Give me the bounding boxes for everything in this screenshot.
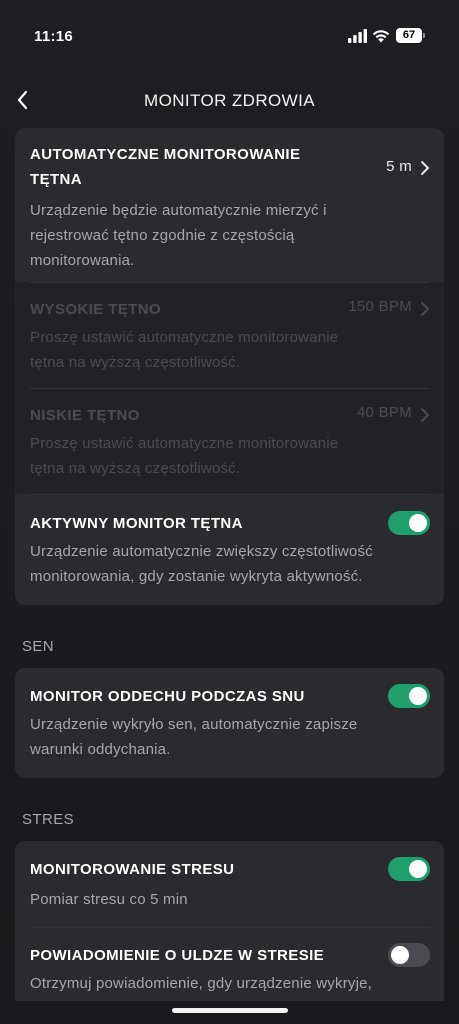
nav-bar: MONITOR ZDROWIA xyxy=(0,80,459,124)
active-heart-rate-toggle[interactable] xyxy=(388,511,430,535)
low-heart-rate-desc-line1: Proszę ustawić automatyczne monitorowani… xyxy=(30,435,339,452)
battery-tip xyxy=(423,33,425,38)
stress-card: MONITOROWANIE STRESU Pomiar stresu co 5 … xyxy=(15,841,444,1001)
home-indicator[interactable] xyxy=(172,1008,288,1013)
battery-level: 67 xyxy=(396,28,422,43)
low-heart-rate-row[interactable]: NISKIE TĘTNO 40 BPM Proszę ustawić autom… xyxy=(15,388,444,494)
auto-heart-rate-desc-line3: monitorowania. xyxy=(30,252,135,269)
auto-heart-rate-value: 5 m xyxy=(386,158,412,175)
high-heart-rate-value: 150 BPM xyxy=(348,298,412,315)
toggle-knob xyxy=(409,860,427,878)
auto-heart-rate-desc-line2: rejestrować tętno zgodnie z częstością xyxy=(30,227,295,244)
stress-monitor-desc: Pomiar stresu co 5 min xyxy=(30,891,188,908)
high-heart-rate-desc-line2: tętna na wyższą częstotliwość. xyxy=(30,354,241,371)
breath-monitor-desc-line2: warunki oddychania. xyxy=(30,741,171,758)
stress-relief-toggle[interactable] xyxy=(388,943,430,967)
stress-relief-title: POWIADOMIENIE O ULDZE W STRESIE xyxy=(30,947,325,964)
active-heart-rate-desc-line1: Urządzenie automatycznie zwiększy często… xyxy=(30,543,373,560)
stress-monitor-row: MONITOROWANIE STRESU Pomiar stresu co 5 … xyxy=(15,841,444,927)
breath-monitor-toggle[interactable] xyxy=(388,684,430,708)
auto-heart-rate-title-line2: TĘTNA xyxy=(30,171,82,188)
signal-icon xyxy=(348,29,367,43)
breath-monitor-title: MONITOR ODDECHU PODCZAS SNU xyxy=(30,688,305,705)
toggle-knob xyxy=(409,514,427,532)
status-time: 11:16 xyxy=(34,28,74,45)
auto-heart-rate-row[interactable]: AUTOMATYCZNE MONITOROWANIE TĘTNA 5 m Urz… xyxy=(15,128,444,282)
low-heart-rate-desc-line2: tętna na wyższą częstotliwość. xyxy=(30,460,241,477)
section-header-sleep: SEN xyxy=(22,638,55,655)
chevron-right-icon xyxy=(421,302,429,316)
sleep-card: MONITOR ODDECHU PODCZAS SNU Urządzenie w… xyxy=(15,668,444,778)
breath-monitor-desc-line1: Urządzenie wykryło sen, automatycznie za… xyxy=(30,716,358,733)
low-heart-rate-value: 40 BPM xyxy=(356,404,412,421)
stress-relief-desc: Otrzymuj powiadomienie, gdy urządzenie w… xyxy=(30,975,373,992)
active-heart-rate-title: AKTYWNY MONITOR TĘTNA xyxy=(30,515,243,532)
stress-relief-row: POWIADOMIENIE O ULDZE W STRESIE Otrzymuj… xyxy=(15,927,444,1001)
toggle-knob xyxy=(391,946,409,964)
active-heart-rate-desc-line2: monitorowania, gdy zostanie wykryta akty… xyxy=(30,568,363,585)
page-title: MONITOR ZDROWIA xyxy=(144,91,315,110)
stress-monitor-toggle[interactable] xyxy=(388,857,430,881)
health-monitor-screen: 11:16 67 MONITOR ZDROWIA AUTOMATYCZNE MO… xyxy=(0,0,459,1024)
battery-icon: 67 xyxy=(396,28,426,43)
section-header-stress: STRES xyxy=(22,811,75,828)
auto-heart-rate-desc-line1: Urządzenie będzie automatycznie mierzyć … xyxy=(30,202,327,219)
auto-heart-rate-title-line1: AUTOMATYCZNE MONITOROWANIE xyxy=(30,146,301,163)
stress-monitor-title: MONITOROWANIE STRESU xyxy=(30,861,235,878)
status-bar: 11:16 67 xyxy=(0,0,459,64)
toggle-knob xyxy=(409,687,427,705)
high-heart-rate-row[interactable]: WYSOKIE TĘTNO 150 BPM Proszę ustawić aut… xyxy=(15,282,444,388)
high-heart-rate-desc-line1: Proszę ustawić automatyczne monitorowani… xyxy=(30,329,339,346)
active-heart-rate-row: AKTYWNY MONITOR TĘTNA Urządzenie automat… xyxy=(15,494,444,605)
breath-monitor-row: MONITOR ODDECHU PODCZAS SNU Urządzenie w… xyxy=(15,668,444,778)
wifi-icon xyxy=(372,30,390,43)
chevron-right-icon xyxy=(421,161,429,175)
chevron-right-icon xyxy=(421,408,429,422)
heart-rate-card: AUTOMATYCZNE MONITOROWANIE TĘTNA 5 m Urz… xyxy=(15,128,444,605)
